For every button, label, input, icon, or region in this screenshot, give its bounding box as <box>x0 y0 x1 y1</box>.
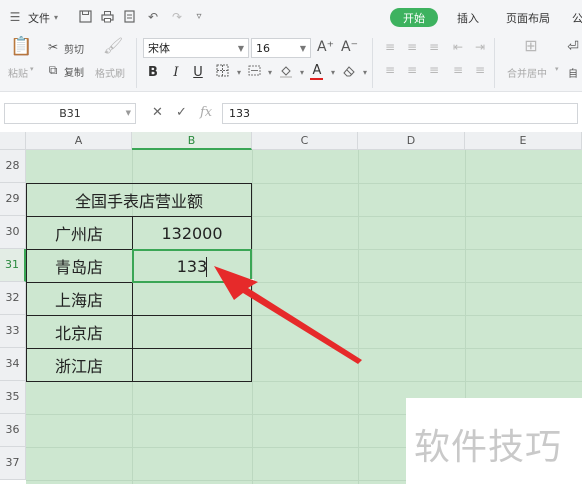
watermark: 软件技巧 <box>406 398 582 484</box>
watermark-text: 软件技巧 <box>414 427 563 468</box>
